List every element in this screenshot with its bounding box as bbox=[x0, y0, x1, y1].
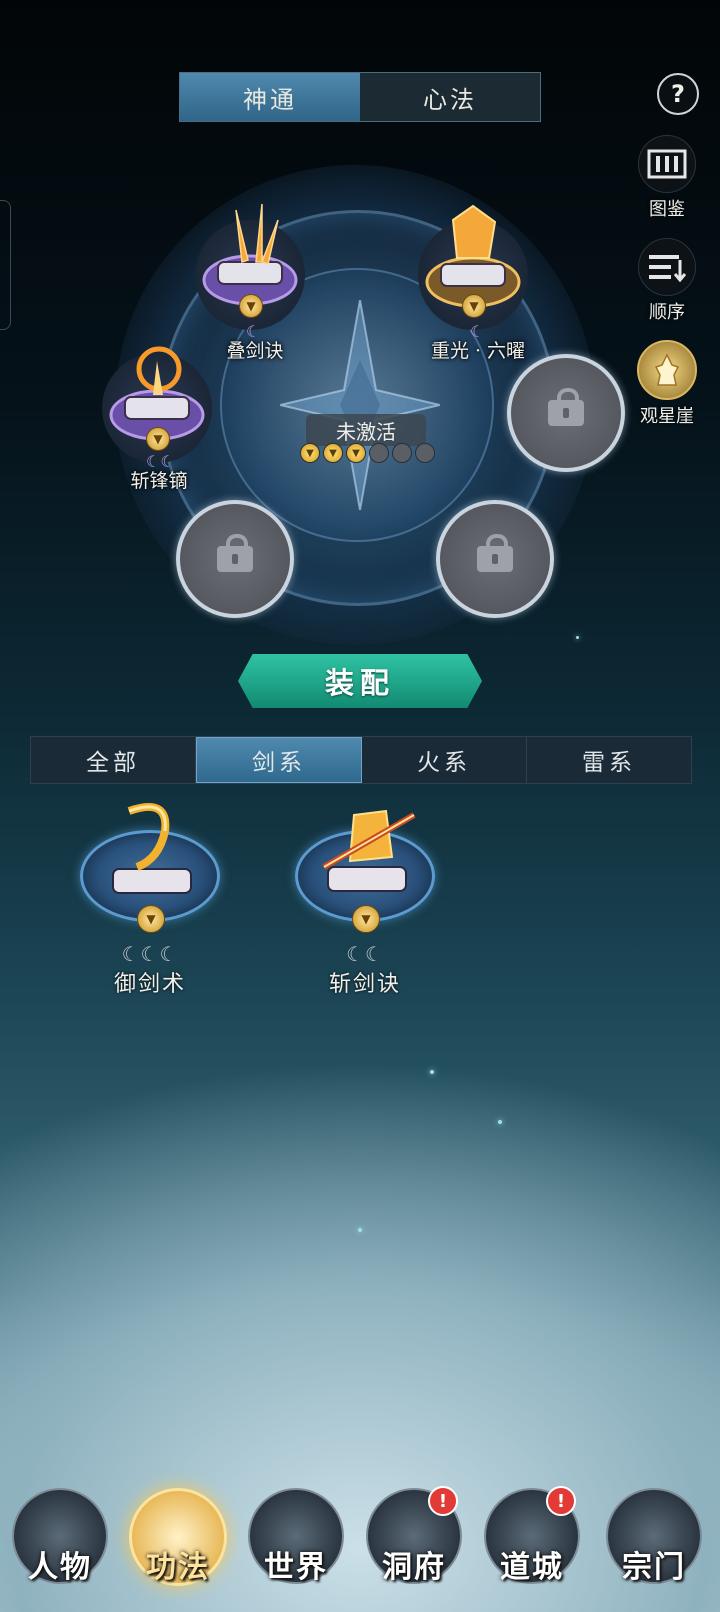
lock-icon bbox=[217, 534, 253, 572]
sword-dot-icon: ▼ bbox=[300, 443, 320, 463]
sword-badge-icon: ▼ bbox=[462, 294, 486, 318]
nav-city[interactable]: ! 道城 bbox=[482, 1486, 582, 1598]
lock-icon bbox=[477, 534, 513, 572]
filter-tab-all[interactable]: 全部 bbox=[31, 737, 196, 783]
empty-dot bbox=[415, 443, 435, 463]
skill-card[interactable]: ▼ ☾☾☾ 御剑术 bbox=[75, 803, 225, 998]
slash-sword-scroll-icon bbox=[322, 809, 416, 892]
filter-tab-thunder[interactable]: 雷系 bbox=[527, 737, 691, 783]
equip-button[interactable]: 装配 bbox=[238, 654, 482, 708]
equipped-skill-name: 斩锋镝 bbox=[130, 470, 188, 492]
order-list-icon bbox=[638, 238, 696, 296]
sparkle bbox=[358, 1228, 362, 1232]
nav-label: 人物 bbox=[28, 1550, 92, 1585]
filter-tab-fire[interactable]: 火系 bbox=[362, 737, 527, 783]
codex-icon bbox=[638, 135, 696, 193]
sword-dot-icon: ▼ bbox=[323, 443, 343, 463]
sword-badge-icon: ▼ bbox=[137, 905, 165, 933]
sword-dot-icon: ▼ bbox=[346, 443, 366, 463]
wheel-emblem bbox=[280, 300, 440, 510]
star-rank-moons: ☾☾☾ bbox=[121, 942, 179, 966]
order-label: 顺序 bbox=[649, 302, 685, 323]
tab-shentong[interactable]: 神通 bbox=[180, 73, 360, 121]
order-button[interactable]: 顺序 bbox=[634, 238, 700, 324]
locked-skill-slot[interactable] bbox=[507, 354, 625, 472]
equipped-skill-slot[interactable]: ▼ bbox=[418, 204, 528, 330]
nav-label: 世界 bbox=[264, 1550, 328, 1585]
top-tab-bar: 神通 心法 bbox=[179, 72, 541, 122]
sword-badge-icon: ▼ bbox=[146, 427, 170, 451]
sword-badge-icon: ▼ bbox=[239, 294, 263, 318]
equipped-skill-name: 叠剑诀 bbox=[226, 340, 284, 362]
nav-character[interactable]: 人物 bbox=[10, 1488, 110, 1598]
sparkle bbox=[576, 636, 579, 639]
alert-icon: ! bbox=[546, 1486, 576, 1516]
star-cliff-icon bbox=[637, 340, 697, 400]
locked-skill-slot[interactable] bbox=[176, 500, 294, 618]
skill-card-name: 御剑术 bbox=[113, 972, 186, 997]
equipped-skill-slot[interactable]: ▼ bbox=[102, 346, 212, 463]
star-cliff-button[interactable]: 观星崖 bbox=[634, 340, 700, 428]
nav-world[interactable]: 世界 bbox=[246, 1488, 346, 1598]
bottom-navigation: 人物 功法 世界 ! 洞府 ! 道城 宗门 bbox=[0, 1470, 720, 1612]
nav-label: 功法 bbox=[146, 1550, 210, 1585]
side-drawer-handle[interactable] bbox=[0, 200, 11, 330]
empty-dot bbox=[369, 443, 389, 463]
lock-icon bbox=[548, 388, 584, 426]
equipped-skill-slot[interactable]: ▼ bbox=[195, 203, 305, 330]
sparkle bbox=[430, 1070, 434, 1074]
skill-card-name: 斩剑诀 bbox=[328, 972, 401, 997]
nav-sect[interactable]: 宗门 bbox=[604, 1488, 704, 1598]
nav-cave[interactable]: ! 洞府 bbox=[364, 1486, 464, 1598]
skill-pad: ▼ bbox=[295, 809, 435, 933]
sparkle bbox=[498, 1120, 502, 1124]
nav-label: 道城 bbox=[500, 1550, 564, 1585]
nav-label: 洞府 bbox=[382, 1550, 446, 1585]
sword-badge-icon: ▼ bbox=[352, 905, 380, 933]
empty-dot bbox=[392, 443, 412, 463]
activation-status: 未激活 bbox=[306, 414, 426, 446]
activation-dots: ▼ ▼ ▼ bbox=[300, 443, 435, 463]
locked-skill-slot[interactable] bbox=[436, 500, 554, 618]
nav-label: 宗门 bbox=[622, 1550, 686, 1585]
skill-pad: ▼ bbox=[80, 803, 220, 933]
skill-card[interactable]: ▼ ☾☾ 斩剑诀 bbox=[290, 809, 440, 998]
codex-button[interactable]: 图鉴 bbox=[634, 135, 700, 221]
tab-xinfa[interactable]: 心法 bbox=[360, 73, 540, 121]
element-filter-bar: 全部 剑系 火系 雷系 bbox=[30, 736, 692, 784]
equipped-skill-name: 重光 · 六曜 bbox=[430, 340, 526, 362]
star-cliff-label: 观星崖 bbox=[640, 406, 694, 427]
star-rank-moons: ☾☾ bbox=[346, 942, 384, 966]
filter-tab-sword[interactable]: 剑系 bbox=[196, 737, 362, 783]
flying-sword-scroll-icon bbox=[112, 803, 192, 894]
nav-skills[interactable]: 功法 bbox=[128, 1488, 228, 1598]
help-button[interactable]: ? bbox=[657, 73, 699, 115]
codex-label: 图鉴 bbox=[649, 199, 685, 220]
alert-icon: ! bbox=[428, 1486, 458, 1516]
